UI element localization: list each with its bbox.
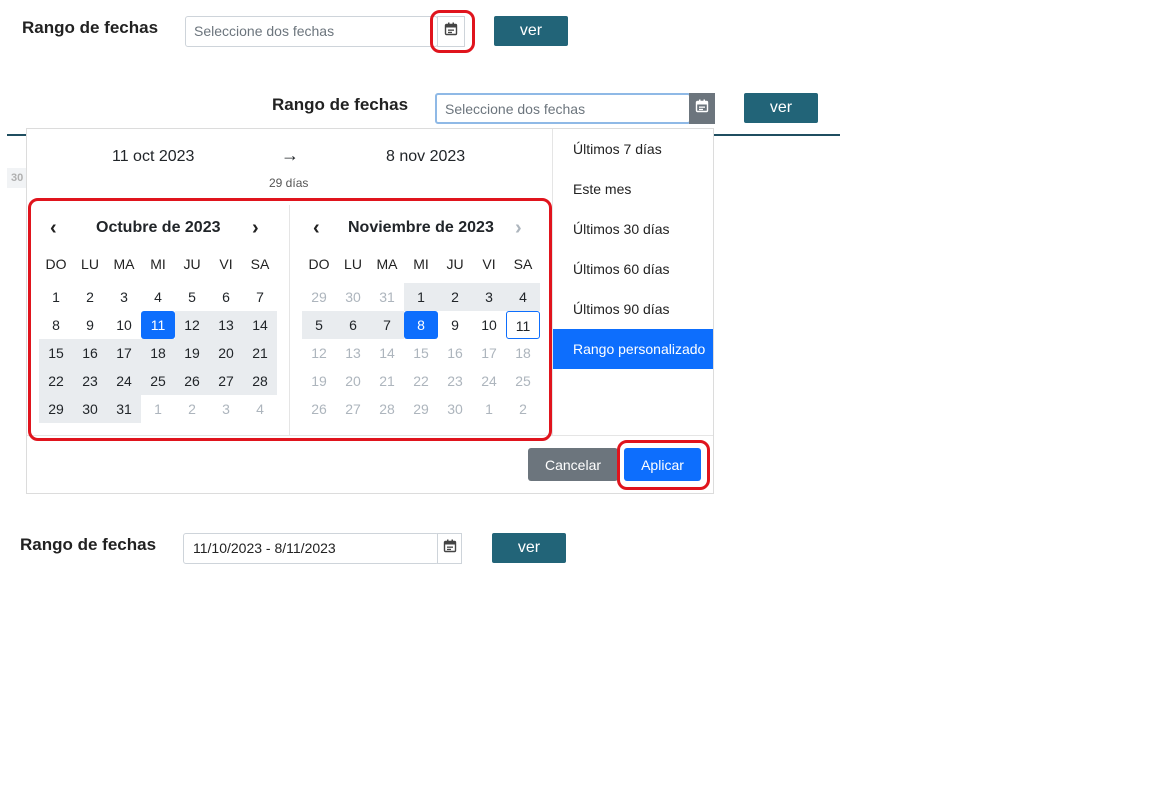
calendar-button-3[interactable] xyxy=(437,533,462,564)
preset-last-30-days[interactable]: Últimos 30 días xyxy=(553,209,713,249)
side-number: 30 xyxy=(7,168,27,188)
calendar-icon xyxy=(443,539,457,558)
preset-custom-range[interactable]: Rango personalizado xyxy=(553,329,713,369)
arrow-right-icon: → xyxy=(281,145,299,165)
field-label-3: Rango de fechas xyxy=(20,535,157,554)
view-button-2[interactable]: ver xyxy=(744,93,818,123)
date-range-input-2[interactable]: Seleccione dos fechas xyxy=(435,93,691,124)
view-button-3[interactable]: ver xyxy=(492,533,566,563)
preset-last-90-days[interactable]: Últimos 90 días xyxy=(553,289,713,329)
picker-span: 29 días xyxy=(269,176,309,190)
preset-last-7-days[interactable]: Últimos 7 días xyxy=(553,129,713,169)
cancel-button[interactable]: Cancelar xyxy=(528,448,618,481)
highlight-calendar-button xyxy=(430,10,475,53)
picker-start-date: 11 oct 2023 xyxy=(112,148,195,165)
highlight-apply-button xyxy=(617,440,710,490)
highlight-calendars xyxy=(28,198,552,441)
picker-end-date: 8 nov 2023 xyxy=(386,148,466,165)
view-button-1[interactable]: ver xyxy=(494,16,568,46)
date-range-input-3[interactable]: 11/10/2023 - 8/11/2023 xyxy=(183,533,439,564)
calendar-icon xyxy=(695,99,709,118)
calendar-button-2[interactable] xyxy=(689,93,715,124)
preset-last-60-days[interactable]: Últimos 60 días xyxy=(553,249,713,289)
field-label-1: Rango de fechas xyxy=(22,18,159,37)
preset-this-month[interactable]: Este mes xyxy=(553,169,713,209)
field-label-2: Rango de fechas xyxy=(272,95,409,114)
date-range-input-1[interactable]: Seleccione dos fechas xyxy=(185,16,438,47)
